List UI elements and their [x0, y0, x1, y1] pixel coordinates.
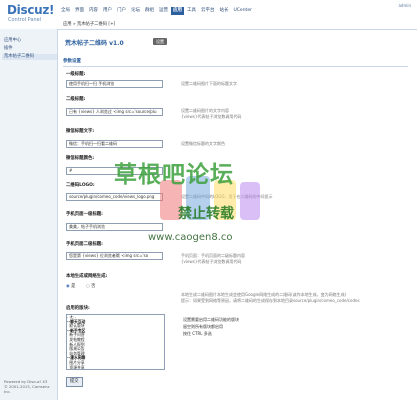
watermark-block-red — [160, 180, 182, 220]
network-hint: 本地生成二维码图片本地生成会使用Google网络生成的二维码(或作本地生成，变为… — [181, 292, 347, 297]
forum-hints: 设置需要启用二维码功能的版块 留空则所有版块都启用 按住 CTRL 多选 — [183, 316, 239, 337]
nav-item[interactable]: 用户 — [101, 7, 114, 15]
radio-no-circle-icon: ○ — [86, 284, 90, 289]
nav-item[interactable]: 内容 — [87, 7, 100, 15]
nav-item[interactable]: UCenter — [232, 7, 254, 15]
field-label-network: 本地生成或网络生成: — [66, 274, 108, 279]
nav-item[interactable]: 站长 — [218, 7, 231, 15]
main-panel: 荒木帖子二维码 v1.0 设置 参数设置 一级标题: 使用手机扫一扫 手机浏览 … — [58, 30, 417, 400]
title1-hint: 设置二维码图片下面的标题文字 — [181, 81, 237, 86]
title2-input[interactable]: 已有 {views} 人浏览过 <img src='source/plu — [66, 108, 163, 116]
forum-hint-2: 留空则所有版块都启用 — [183, 324, 223, 329]
field-label-title1: 一级标题: — [66, 72, 86, 77]
top-right-user[interactable]: admin — [398, 3, 411, 8]
nav-item[interactable]: 云平台 — [199, 7, 217, 15]
forum-hint-1: 设置需要启用二维码功能的版块 — [183, 317, 239, 322]
sidebar: 应用中心 插件 荒木帖子二维码 Powered by Discuz! X3 © … — [0, 29, 58, 400]
nav-item[interactable]: 工具 — [185, 7, 198, 15]
radio-no[interactable]: ○ 否 — [86, 283, 95, 289]
wechat-title-input[interactable]: 微信：手机扫一扫看二维码 — [66, 140, 163, 148]
sidebar-item-plugins[interactable]: 插件 — [4, 46, 13, 52]
field-label-mobile-title1: 手机页面一级标题: — [66, 212, 103, 217]
field-label-forums: 启用的版块: — [66, 306, 90, 311]
settings-badge[interactable]: 设置 — [153, 38, 167, 45]
main-nav: 全局 界面 内容 用户 门户 论坛 群组 运营 应用 工具 云平台 站长 UCenter — [59, 7, 255, 15]
title2-hint2: {views}代表帖子浏览数调用代码 — [181, 114, 242, 119]
breadcrumb-text[interactable]: 应用 » 荒木帖子二维码 [+] — [63, 21, 115, 28]
field-label-logo: 二维码LOGO: — [66, 183, 95, 188]
footer-copyright: © 2001-2013, Comsenz Inc. — [4, 384, 50, 394]
logo-input[interactable]: source/plugin/comeo_code/views_logo.png — [66, 193, 163, 201]
sidebar-item-app-center[interactable]: 应用中心 — [4, 38, 21, 44]
field-label-title2: 二级标题: — [66, 97, 86, 102]
nav-item[interactable]: 门户 — [115, 7, 128, 15]
nav-item[interactable]: 运营 — [157, 7, 170, 15]
wechat-title-hint: 设置微信标题的文字颜色 — [181, 141, 225, 146]
nav-item[interactable]: 论坛 — [129, 7, 142, 15]
logo-text: Discuz! — [7, 3, 55, 17]
nav-item[interactable]: 应用 — [171, 7, 184, 15]
nav-item[interactable]: 群组 — [143, 7, 156, 15]
sidebar-footer: Powered by Discuz! X3 © 2001-2013, Comse… — [4, 379, 57, 394]
tab-settings[interactable]: 参数设置 — [63, 58, 81, 64]
mobile-title1-input[interactable]: 美美，帖子手机浏览 — [66, 223, 163, 231]
radio-yes[interactable]: ◉ 是 — [66, 283, 75, 289]
field-label-wechat-color: 微信标题颜色: — [66, 156, 95, 161]
sidebar-item-qrcode[interactable]: 荒木帖子二维码 — [2, 54, 57, 60]
title2-hint: 设置二维码图片的文字内容 — [181, 108, 229, 113]
watermark-block-blue — [186, 176, 210, 220]
breadcrumb: 应用 » 荒木帖子二维码 [+] — [58, 20, 417, 30]
logo-subtitle: Control Panel — [8, 17, 42, 23]
submit-button[interactable]: 提交 — [66, 377, 83, 387]
mobile-title2-hint2: {views}代表帖子浏览数调用代码 — [181, 259, 242, 264]
field-label-wechat-title: 微信标题文字: — [66, 129, 95, 134]
discuz-logo[interactable]: Discuz! Control Panel — [7, 3, 55, 24]
title1-input[interactable]: 使用手机扫一扫 手机浏览 — [66, 80, 163, 88]
radio-yes-label: 是 — [71, 284, 76, 289]
network-hint2: 提示：如果受到网络等原因，请将二维码的生成保存到本地目录source/plugi… — [181, 298, 360, 303]
forum-multiselect[interactable]: - 无 - --聊天互动 默认版块 --新手专区 新手问答 发帖教程 新人报到 版规… — [66, 314, 165, 370]
mobile-title2-hint: 手机页面：手机页面的二级标题内容 — [181, 253, 245, 258]
field-label-mobile-title2: 手机页面二级标题: — [66, 242, 103, 247]
wechat-color-input[interactable]: # — [66, 167, 163, 175]
radio-yes-dot-icon: ◉ — [66, 284, 70, 289]
nav-item[interactable]: 全局 — [59, 7, 72, 15]
watermark-block-purple — [240, 182, 260, 220]
tab-divider — [63, 66, 408, 67]
nav-item[interactable]: 界面 — [73, 7, 86, 15]
radio-no-label: 否 — [91, 284, 96, 289]
page-title: 荒木帖子二维码 v1.0 — [65, 40, 124, 47]
watermark-block-yellow — [214, 180, 236, 220]
mobile-title2-input[interactable]: 您是第 {views} 位浏览者哦 <img src='so — [66, 252, 163, 260]
forum-hint-3: 按住 CTRL 多选 — [183, 331, 212, 336]
